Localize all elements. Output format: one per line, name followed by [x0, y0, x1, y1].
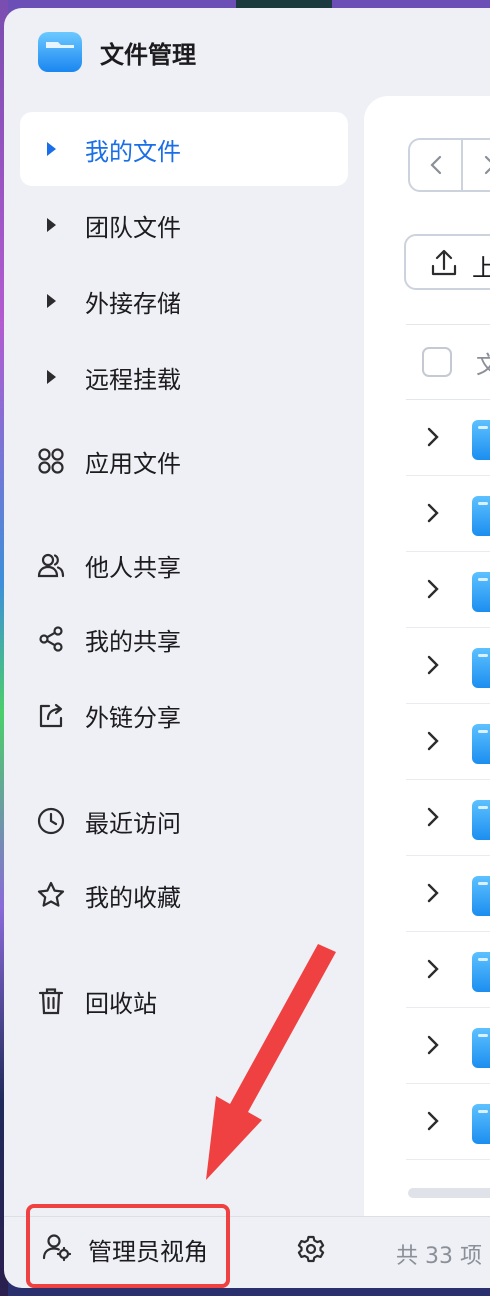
sidebar-item-shared-with-me[interactable]: 他人共享 — [20, 528, 348, 602]
gear-icon — [297, 1235, 325, 1263]
chevron-right-icon[interactable] — [426, 806, 440, 832]
item-count: 共 33 项 — [396, 1244, 482, 1269]
select-all-checkbox[interactable] — [422, 347, 452, 377]
folder-icon — [472, 952, 490, 992]
table-row[interactable] — [406, 476, 490, 552]
admin-view-label: 管理员视角 — [88, 1238, 208, 1266]
folder-icon — [472, 724, 490, 764]
file-list-panel: 上 文 — [364, 96, 490, 1216]
chevron-right-icon[interactable] — [426, 1110, 440, 1136]
upload-button[interactable]: 上 — [404, 234, 490, 290]
folder-icon — [472, 572, 490, 612]
table-row[interactable] — [406, 1084, 490, 1160]
sidebar-item-label: 我的收藏 — [85, 883, 181, 912]
folder-icon — [472, 1028, 490, 1068]
folder-app-icon — [36, 28, 84, 76]
folder-icon — [472, 648, 490, 688]
upload-icon — [430, 248, 458, 282]
upload-label: 上 — [472, 254, 490, 282]
sidebar-item-app-files[interactable]: 应用文件 — [20, 424, 348, 498]
sidebar-item-label: 应用文件 — [85, 449, 181, 478]
sidebar-item-label: 远程挂载 — [85, 365, 181, 394]
horizontal-scrollbar[interactable] — [408, 1188, 490, 1198]
table-row[interactable] — [406, 856, 490, 932]
admin-user-icon — [42, 1232, 72, 1266]
app-title: 文件管理 — [100, 40, 196, 69]
chevron-left-icon — [429, 155, 441, 175]
table-row[interactable] — [406, 628, 490, 704]
sidebar-item-label: 外链分享 — [85, 703, 181, 732]
caret-right-icon — [36, 210, 66, 240]
sidebar-item-team-files[interactable]: 团队文件 — [20, 188, 348, 262]
sidebar-item-my-files[interactable]: 我的文件 — [20, 112, 348, 186]
table-row[interactable] — [406, 932, 490, 1008]
sidebar-item-label: 最近访问 — [85, 809, 181, 838]
desktop-thumbnail — [236, 0, 332, 8]
caret-right-icon — [36, 286, 66, 316]
admin-view-button[interactable]: 管理员视角 — [26, 1204, 230, 1288]
sidebar-item-label: 他人共享 — [85, 553, 181, 582]
sidebar-item-external-storage[interactable]: 外接存储 — [20, 264, 348, 338]
file-list-header: 文 — [406, 324, 490, 400]
sidebar-item-remote-mount[interactable]: 远程挂载 — [20, 340, 348, 414]
sidebar-item-label: 外接存储 — [85, 289, 181, 318]
sidebar-item-label: 回收站 — [85, 989, 157, 1018]
settings-button[interactable] — [296, 1234, 332, 1270]
chevron-right-icon[interactable] — [426, 654, 440, 680]
table-row[interactable] — [406, 552, 490, 628]
chevron-right-icon[interactable] — [426, 1034, 440, 1060]
table-row[interactable] — [406, 780, 490, 856]
apps-grid-icon — [36, 446, 66, 476]
sidebar-item-favorites[interactable]: 我的收藏 — [20, 858, 348, 932]
chevron-right-icon[interactable] — [426, 578, 440, 604]
app-header: 文件管理 — [36, 28, 196, 76]
sidebar-item-link-shares[interactable]: 外链分享 — [20, 678, 348, 752]
sidebar-item-label: 团队文件 — [85, 213, 181, 242]
file-manager-window: 文件管理 我的文件 团队文件 外接存储 远程挂载 应用文件 他人共享 我的共享 … — [4, 8, 490, 1288]
chevron-right-icon[interactable] — [426, 502, 440, 528]
table-row[interactable] — [406, 704, 490, 780]
sidebar-item-my-shares[interactable]: 我的共享 — [20, 602, 348, 676]
chevron-right-icon[interactable] — [426, 882, 440, 908]
table-row[interactable] — [406, 1008, 490, 1084]
folder-icon — [472, 496, 490, 536]
sidebar-item-label: 我的共享 — [85, 627, 181, 656]
name-column-header[interactable]: 文 — [476, 345, 490, 380]
chevron-right-icon[interactable] — [426, 958, 440, 984]
sidebar-item-label: 我的文件 — [85, 137, 181, 166]
caret-right-icon — [36, 134, 66, 164]
star-icon — [36, 880, 66, 910]
users-icon — [36, 550, 66, 580]
history-nav — [408, 138, 490, 192]
chevron-right-icon[interactable] — [426, 426, 440, 452]
sidebar-item-recent[interactable]: 最近访问 — [20, 784, 348, 858]
folder-icon — [472, 420, 490, 460]
sidebar-item-recycle-bin[interactable]: 回收站 — [20, 964, 348, 1038]
folder-icon — [472, 1104, 490, 1144]
back-button[interactable] — [410, 140, 464, 190]
folder-icon — [472, 876, 490, 916]
forward-button[interactable] — [463, 140, 490, 190]
chevron-right-icon — [484, 155, 490, 175]
folder-icon — [472, 800, 490, 840]
chevron-right-icon[interactable] — [426, 730, 440, 756]
share-icon — [36, 624, 66, 654]
clock-icon — [36, 806, 66, 836]
trash-icon — [36, 986, 66, 1016]
caret-right-icon — [36, 362, 66, 392]
table-row[interactable] — [406, 400, 490, 476]
external-share-icon — [36, 700, 66, 730]
